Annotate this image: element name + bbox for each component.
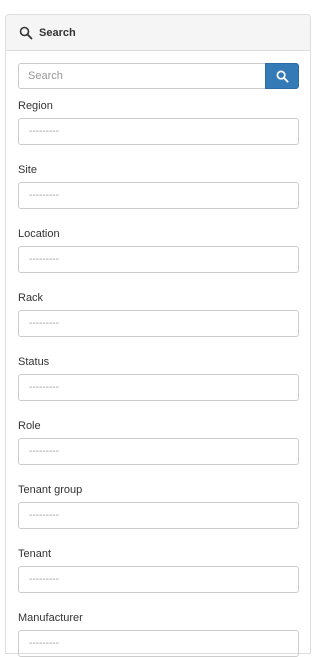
search-panel: Search Region --------- Site --------- L… [5, 14, 311, 657]
field-label: Tenant [18, 548, 52, 560]
field-label: Location [18, 228, 60, 240]
panel-heading: Search [6, 15, 310, 51]
field-label: Tenant group [18, 484, 83, 496]
field-region: Region --------- [18, 99, 299, 145]
field-site: Site --------- [18, 163, 299, 209]
status-select[interactable]: --------- [18, 374, 299, 401]
search-icon [19, 26, 33, 40]
field-label: Site [18, 164, 37, 176]
field-tenant: Tenant --------- [18, 547, 299, 593]
field-location: Location --------- [18, 227, 299, 273]
tenant-group-select[interactable]: --------- [18, 502, 299, 529]
field-rack: Rack --------- [18, 291, 299, 337]
role-select[interactable]: --------- [18, 438, 299, 465]
field-label: Role [18, 420, 41, 432]
field-manufacturer: Manufacturer --------- [18, 611, 299, 657]
location-select[interactable]: --------- [18, 246, 299, 273]
field-label: Region [18, 100, 53, 112]
panel-body: Region --------- Site --------- Location… [6, 51, 310, 657]
rack-select[interactable]: --------- [18, 310, 299, 337]
region-select[interactable]: --------- [18, 118, 299, 145]
search-button[interactable] [265, 63, 299, 89]
field-label: Rack [18, 292, 44, 304]
tenant-select[interactable]: --------- [18, 566, 299, 593]
search-icon [276, 70, 289, 83]
search-input[interactable] [18, 63, 265, 89]
panel-title: Search [39, 26, 76, 39]
field-label: Status [18, 356, 50, 368]
manufacturer-select[interactable]: --------- [18, 630, 299, 657]
search-row [18, 63, 299, 89]
field-label: Manufacturer [18, 612, 83, 624]
field-status: Status --------- [18, 355, 299, 401]
site-select[interactable]: --------- [18, 182, 299, 209]
field-role: Role --------- [18, 419, 299, 465]
field-tenant-group: Tenant group --------- [18, 483, 299, 529]
